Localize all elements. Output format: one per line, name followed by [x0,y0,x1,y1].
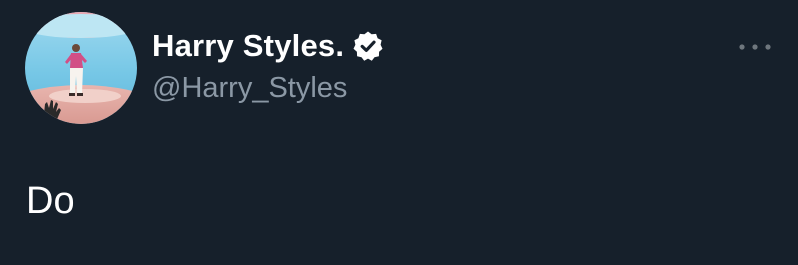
more-horizontal-icon [739,44,771,50]
author-name-row: Harry Styles. [152,27,384,65]
avatar[interactable] [25,12,137,124]
tweet-card: Harry Styles. @Harry_Styles Do [0,0,798,265]
verified-badge-icon [352,30,384,62]
more-options-button[interactable] [734,30,776,64]
tweet-text: Do [26,180,75,222]
author-display-name[interactable]: Harry Styles. [152,27,344,65]
author-handle[interactable]: @Harry_Styles [152,70,347,106]
avatar-photo [25,12,137,124]
